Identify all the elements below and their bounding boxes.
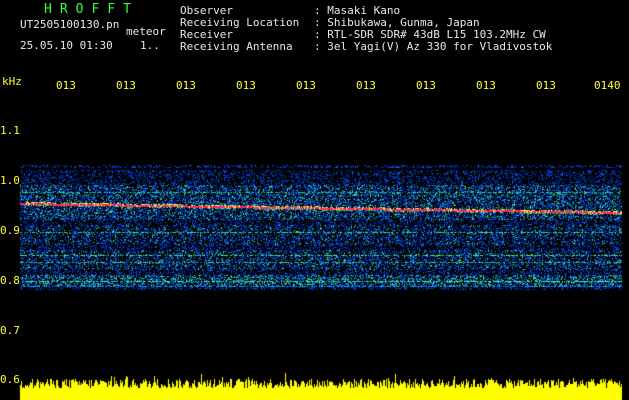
- time-tick-label: 013: [416, 79, 436, 92]
- time-tick-label: 013: [56, 79, 76, 92]
- spectrogram-display: [0, 0, 629, 400]
- freq-tick-label: 1.1: [0, 124, 20, 137]
- freq-tick-label: 0.9: [0, 224, 20, 237]
- antenna-value: : 3el Yagi(V) Az 330 for Vladivostok: [314, 40, 553, 53]
- time-tick-label: 013: [536, 79, 556, 92]
- location-label: Receiving Location: [180, 16, 300, 29]
- observer-value: : Masaki Kano: [314, 4, 401, 17]
- unit-label: kHz: [2, 75, 22, 88]
- app-title: HROFFT: [44, 2, 139, 17]
- observer-label: Observer: [180, 4, 233, 17]
- freq-tick-label: 0.7: [0, 324, 20, 337]
- time-tick-label: 013: [356, 79, 376, 92]
- freq-tick-label: 0.8: [0, 274, 20, 287]
- time-tick-label: 013: [116, 79, 136, 92]
- time-tick-label: 013: [476, 79, 496, 92]
- antenna-label: Receiving Antenna: [180, 40, 293, 53]
- receiver-label: Receiver: [180, 28, 233, 41]
- count-label: 1..: [140, 39, 160, 52]
- time-tick-label: 013: [176, 79, 196, 92]
- receiver-value: : RTL-SDR SDR# 43dB L15 103.2MHz CW: [314, 28, 546, 41]
- meteor-label: meteor: [126, 25, 166, 38]
- datetime-label: 25.05.10 01:30: [20, 39, 113, 52]
- time-tick-label: 0140: [594, 79, 621, 92]
- freq-tick-label: 1.0: [0, 174, 20, 187]
- freq-tick-label: 0.6: [0, 373, 20, 386]
- time-tick-label: 013: [236, 79, 256, 92]
- location-value: : Shibukawa, Gunma, Japan: [314, 16, 480, 29]
- time-tick-label: 013: [296, 79, 316, 92]
- filename-label: UT2505100130.pn: [20, 18, 120, 31]
